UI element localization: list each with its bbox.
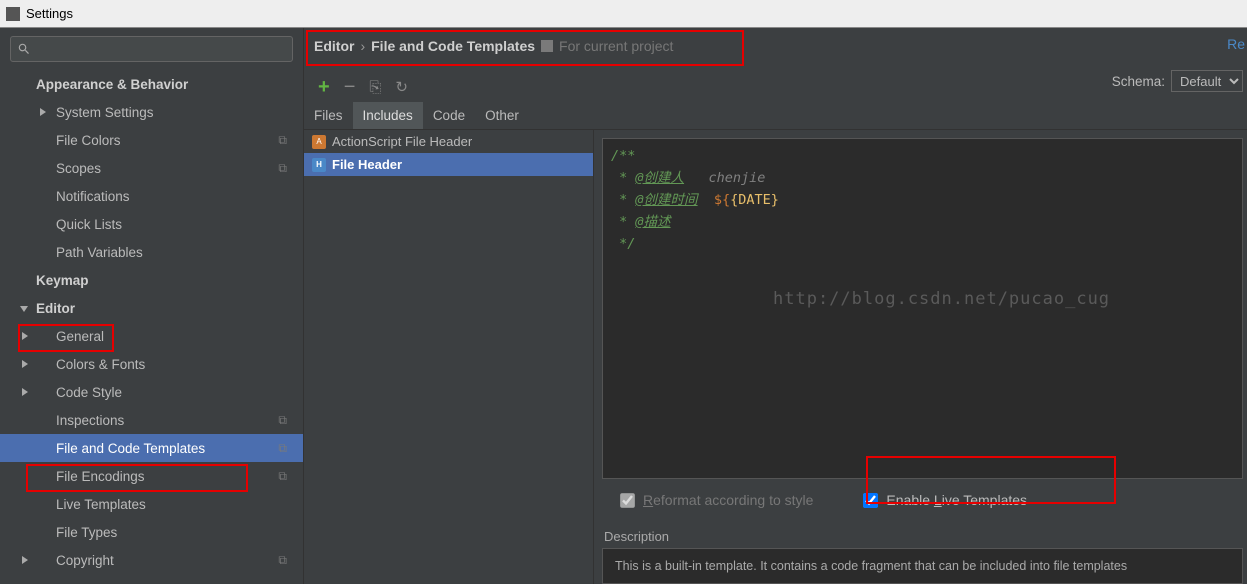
- refresh-button[interactable]: ↻: [395, 78, 408, 96]
- project-scope-icon: ⧉: [278, 161, 287, 176]
- sidebar-item-label: Live Templates: [56, 497, 146, 512]
- sidebar-item-file-colors[interactable]: File Colors ⧉: [0, 126, 303, 154]
- window-title: Settings: [26, 6, 73, 21]
- sidebar-item-appearance-behavior[interactable]: Appearance & Behavior: [0, 70, 303, 98]
- template-toolbar: + − ⎘ ↻: [304, 72, 1247, 102]
- sidebar-item-system-settings[interactable]: System Settings: [0, 98, 303, 126]
- project-scope-icon: ⧉: [278, 469, 287, 484]
- sidebar-item-label: Quick Lists: [56, 217, 122, 232]
- sidebar-item-label: File Encodings: [56, 469, 145, 484]
- watermark: http://blog.csdn.net/pucao_cug: [773, 289, 1110, 309]
- search-input[interactable]: [10, 36, 293, 62]
- sidebar-item-path-variables[interactable]: Path Variables: [0, 238, 303, 266]
- breadcrumb-sep: ›: [360, 38, 365, 54]
- project-scope-icon: ⧉: [278, 413, 287, 428]
- sidebar-item-label: General: [56, 329, 104, 344]
- sidebar-item-label: Colors & Fonts: [56, 357, 145, 372]
- schema-label: Schema:: [1112, 74, 1165, 89]
- project-scope-icon: ⧉: [278, 553, 287, 568]
- breadcrumb-part2: File and Code Templates: [371, 38, 535, 54]
- reformat-checkbox-input[interactable]: [620, 493, 635, 508]
- schema-select[interactable]: Default: [1171, 70, 1243, 92]
- sidebar-item-inspections[interactable]: Inspections ⧉: [0, 406, 303, 434]
- code-area[interactable]: /** * @创建人 chenjie * @创建时间 ${{DATE} * @描…: [603, 139, 1242, 261]
- copy-button[interactable]: ⎘: [369, 79, 381, 96]
- tab-code[interactable]: Code: [423, 102, 475, 129]
- list-item-label: ActionScript File Header: [332, 134, 472, 149]
- sidebar-item-copyright[interactable]: Copyright ⧉: [0, 546, 303, 574]
- template-tabs: FilesIncludesCodeOther: [304, 102, 1247, 130]
- sidebar-item-label: File Types: [56, 525, 117, 540]
- file-icon: H: [312, 158, 326, 172]
- settings-sidebar: Appearance & Behavior System Settings File…: [0, 28, 304, 584]
- list-item[interactable]: A ActionScript File Header: [304, 130, 593, 153]
- live-templates-checkbox-input[interactable]: [863, 493, 878, 508]
- sidebar-item-notifications[interactable]: Notifications: [0, 182, 303, 210]
- tab-files[interactable]: Files: [304, 102, 353, 129]
- sidebar-item-label: File Colors: [56, 133, 121, 148]
- sidebar-item-file-and-code-templates[interactable]: File and Code Templates ⧉: [0, 434, 303, 462]
- sidebar-item-colors-fonts[interactable]: Colors & Fonts: [0, 350, 303, 378]
- editor-pane[interactable]: /** * @创建人 chenjie * @创建时间 ${{DATE} * @描…: [602, 138, 1243, 479]
- sidebar-item-file-encodings[interactable]: File Encodings ⧉: [0, 462, 303, 490]
- sidebar-item-editor[interactable]: Editor: [0, 294, 303, 322]
- sidebar-item-label: Keymap: [36, 273, 89, 288]
- sidebar-item-label: Notifications: [56, 189, 130, 204]
- remove-button[interactable]: −: [344, 76, 356, 99]
- description-label: Description: [602, 525, 1243, 548]
- file-icon: A: [312, 135, 326, 149]
- content-pane: Editor › File and Code Templates For cur…: [304, 28, 1247, 584]
- project-scope-icon: ⧉: [278, 441, 287, 456]
- sidebar-item-file-types[interactable]: File Types: [0, 518, 303, 546]
- sidebar-item-label: Editor: [36, 301, 75, 316]
- project-icon: [541, 40, 553, 52]
- breadcrumb: Editor › File and Code Templates For cur…: [314, 38, 673, 54]
- breadcrumb-part1: Editor: [314, 38, 354, 54]
- sidebar-item-quick-lists[interactable]: Quick Lists: [0, 210, 303, 238]
- sidebar-item-code-style[interactable]: Code Style: [0, 378, 303, 406]
- list-item-label: File Header: [332, 157, 402, 172]
- list-item[interactable]: H File Header: [304, 153, 593, 176]
- sidebar-item-label: Path Variables: [56, 245, 143, 260]
- sidebar-item-label: Inspections: [56, 413, 124, 428]
- reset-link[interactable]: Re: [1227, 36, 1245, 52]
- sidebar-item-label: File and Code Templates: [56, 441, 205, 456]
- sidebar-item-label: Scopes: [56, 161, 101, 176]
- tab-includes[interactable]: Includes: [353, 102, 423, 129]
- search-icon: [17, 42, 31, 56]
- sidebar-item-keymap[interactable]: Keymap: [0, 266, 303, 294]
- sidebar-item-label: System Settings: [56, 105, 154, 120]
- project-scope-icon: ⧉: [278, 133, 287, 148]
- options-row: RReformat according to styleeformat acco…: [602, 479, 1243, 521]
- window-titlebar: Settings: [0, 0, 1247, 28]
- add-button[interactable]: +: [318, 76, 330, 99]
- sidebar-item-general[interactable]: General: [0, 322, 303, 350]
- live-templates-checkbox[interactable]: Enable Live Templates: [863, 492, 1027, 508]
- app-icon: [6, 7, 20, 21]
- template-list: A ActionScript File Header H File Header: [304, 130, 594, 584]
- sidebar-item-label: Copyright: [56, 553, 114, 568]
- sidebar-item-scopes[interactable]: Scopes ⧉: [0, 154, 303, 182]
- settings-tree: Appearance & Behavior System Settings File…: [0, 70, 303, 584]
- description-text: This is a built-in template. It contains…: [602, 548, 1243, 584]
- breadcrumb-hint: For current project: [559, 38, 673, 54]
- sidebar-item-live-templates[interactable]: Live Templates: [0, 490, 303, 518]
- tab-other[interactable]: Other: [475, 102, 529, 129]
- reformat-checkbox[interactable]: RReformat according to styleeformat acco…: [620, 492, 813, 508]
- sidebar-item-label: Appearance & Behavior: [36, 77, 188, 92]
- sidebar-item-label: Code Style: [56, 385, 122, 400]
